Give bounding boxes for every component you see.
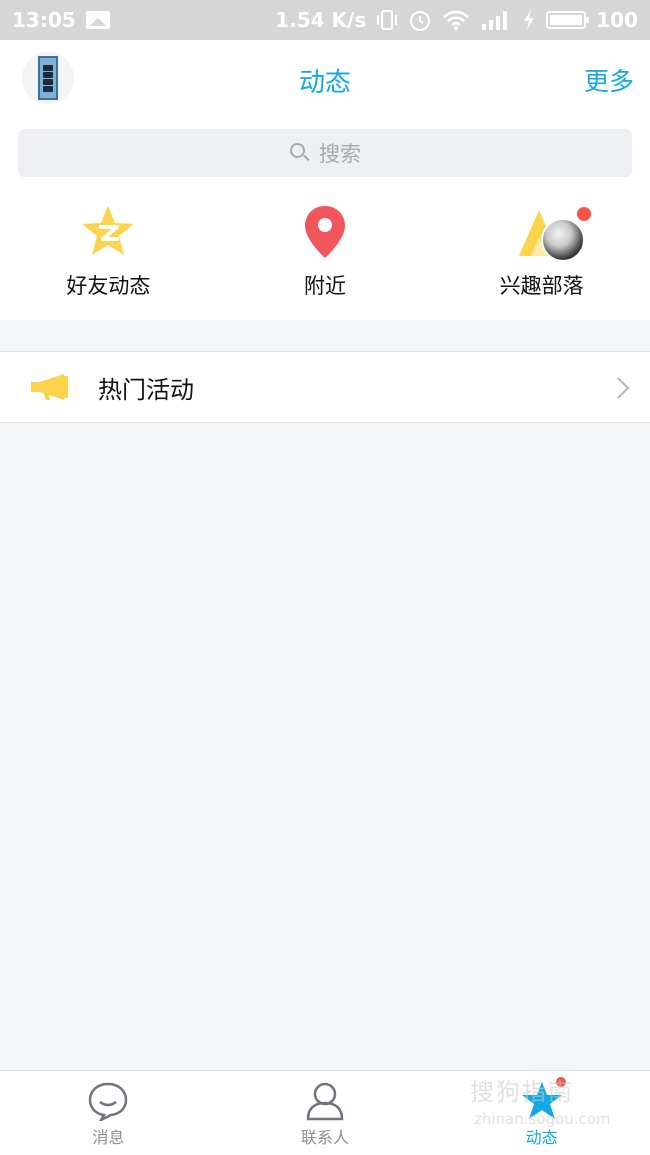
search-icon	[289, 142, 311, 164]
tab-contacts[interactable]: 联系人	[217, 1071, 434, 1155]
quick-entries: 好友动态 附近 兴趣部落	[0, 190, 650, 320]
tab-badge	[554, 1075, 569, 1089]
search-placeholder: 搜索	[319, 142, 361, 166]
notification-image-icon	[85, 11, 110, 29]
signal-icon	[482, 11, 508, 30]
vibrate-icon	[377, 10, 398, 30]
tab-label: 消息	[92, 1128, 125, 1147]
page-title: 动态	[298, 67, 351, 98]
notification-dot	[576, 207, 591, 221]
entry-nearby[interactable]: 附近	[217, 190, 434, 320]
person-icon	[306, 1082, 344, 1121]
header: 动态 更多	[0, 40, 650, 120]
qzone-star-icon	[82, 206, 135, 255]
net-speed: 1.54 K/s	[275, 8, 367, 32]
entry-label: 兴趣部落	[499, 274, 584, 298]
status-right: 1.54 K/s 100	[275, 8, 638, 32]
search-input[interactable]: 搜索	[18, 129, 632, 177]
battery-icon	[546, 11, 590, 29]
battery-level: 100	[596, 8, 638, 32]
search-container: 搜索	[0, 120, 650, 190]
tab-feeds[interactable]: 动态	[433, 1071, 650, 1155]
status-left: 13:05	[12, 8, 110, 32]
status-bar: 13:05 1.54 K/s 100	[0, 0, 650, 40]
wifi-icon	[443, 10, 470, 30]
more-button[interactable]: 更多	[584, 62, 634, 98]
tab-label: 联系人	[301, 1128, 350, 1147]
chevron-right-icon	[617, 377, 630, 399]
charging-icon	[524, 10, 535, 30]
entry-friend-feed[interactable]: 好友动态	[0, 190, 217, 320]
tribe-avatar	[540, 218, 585, 262]
alarm-icon	[410, 11, 431, 31]
user-avatar[interactable]	[22, 52, 74, 104]
megaphone-icon	[31, 374, 68, 400]
chat-bubble-icon	[89, 1082, 128, 1121]
entry-label: 好友动态	[66, 274, 151, 298]
avatar-image	[38, 56, 58, 100]
location-pin-icon	[305, 206, 345, 258]
tab-label: 动态	[525, 1128, 558, 1147]
hot-activity-row[interactable]: 热门活动	[0, 351, 650, 423]
activity-label: 热门活动	[98, 375, 194, 404]
entry-interest-tribe[interactable]: 兴趣部落	[433, 190, 650, 320]
tab-messages[interactable]: 消息	[0, 1071, 217, 1155]
bottom-tab-bar: 消息 联系人 动态	[0, 1070, 650, 1155]
status-time: 13:05	[12, 8, 76, 32]
entry-label: 附近	[304, 274, 346, 298]
